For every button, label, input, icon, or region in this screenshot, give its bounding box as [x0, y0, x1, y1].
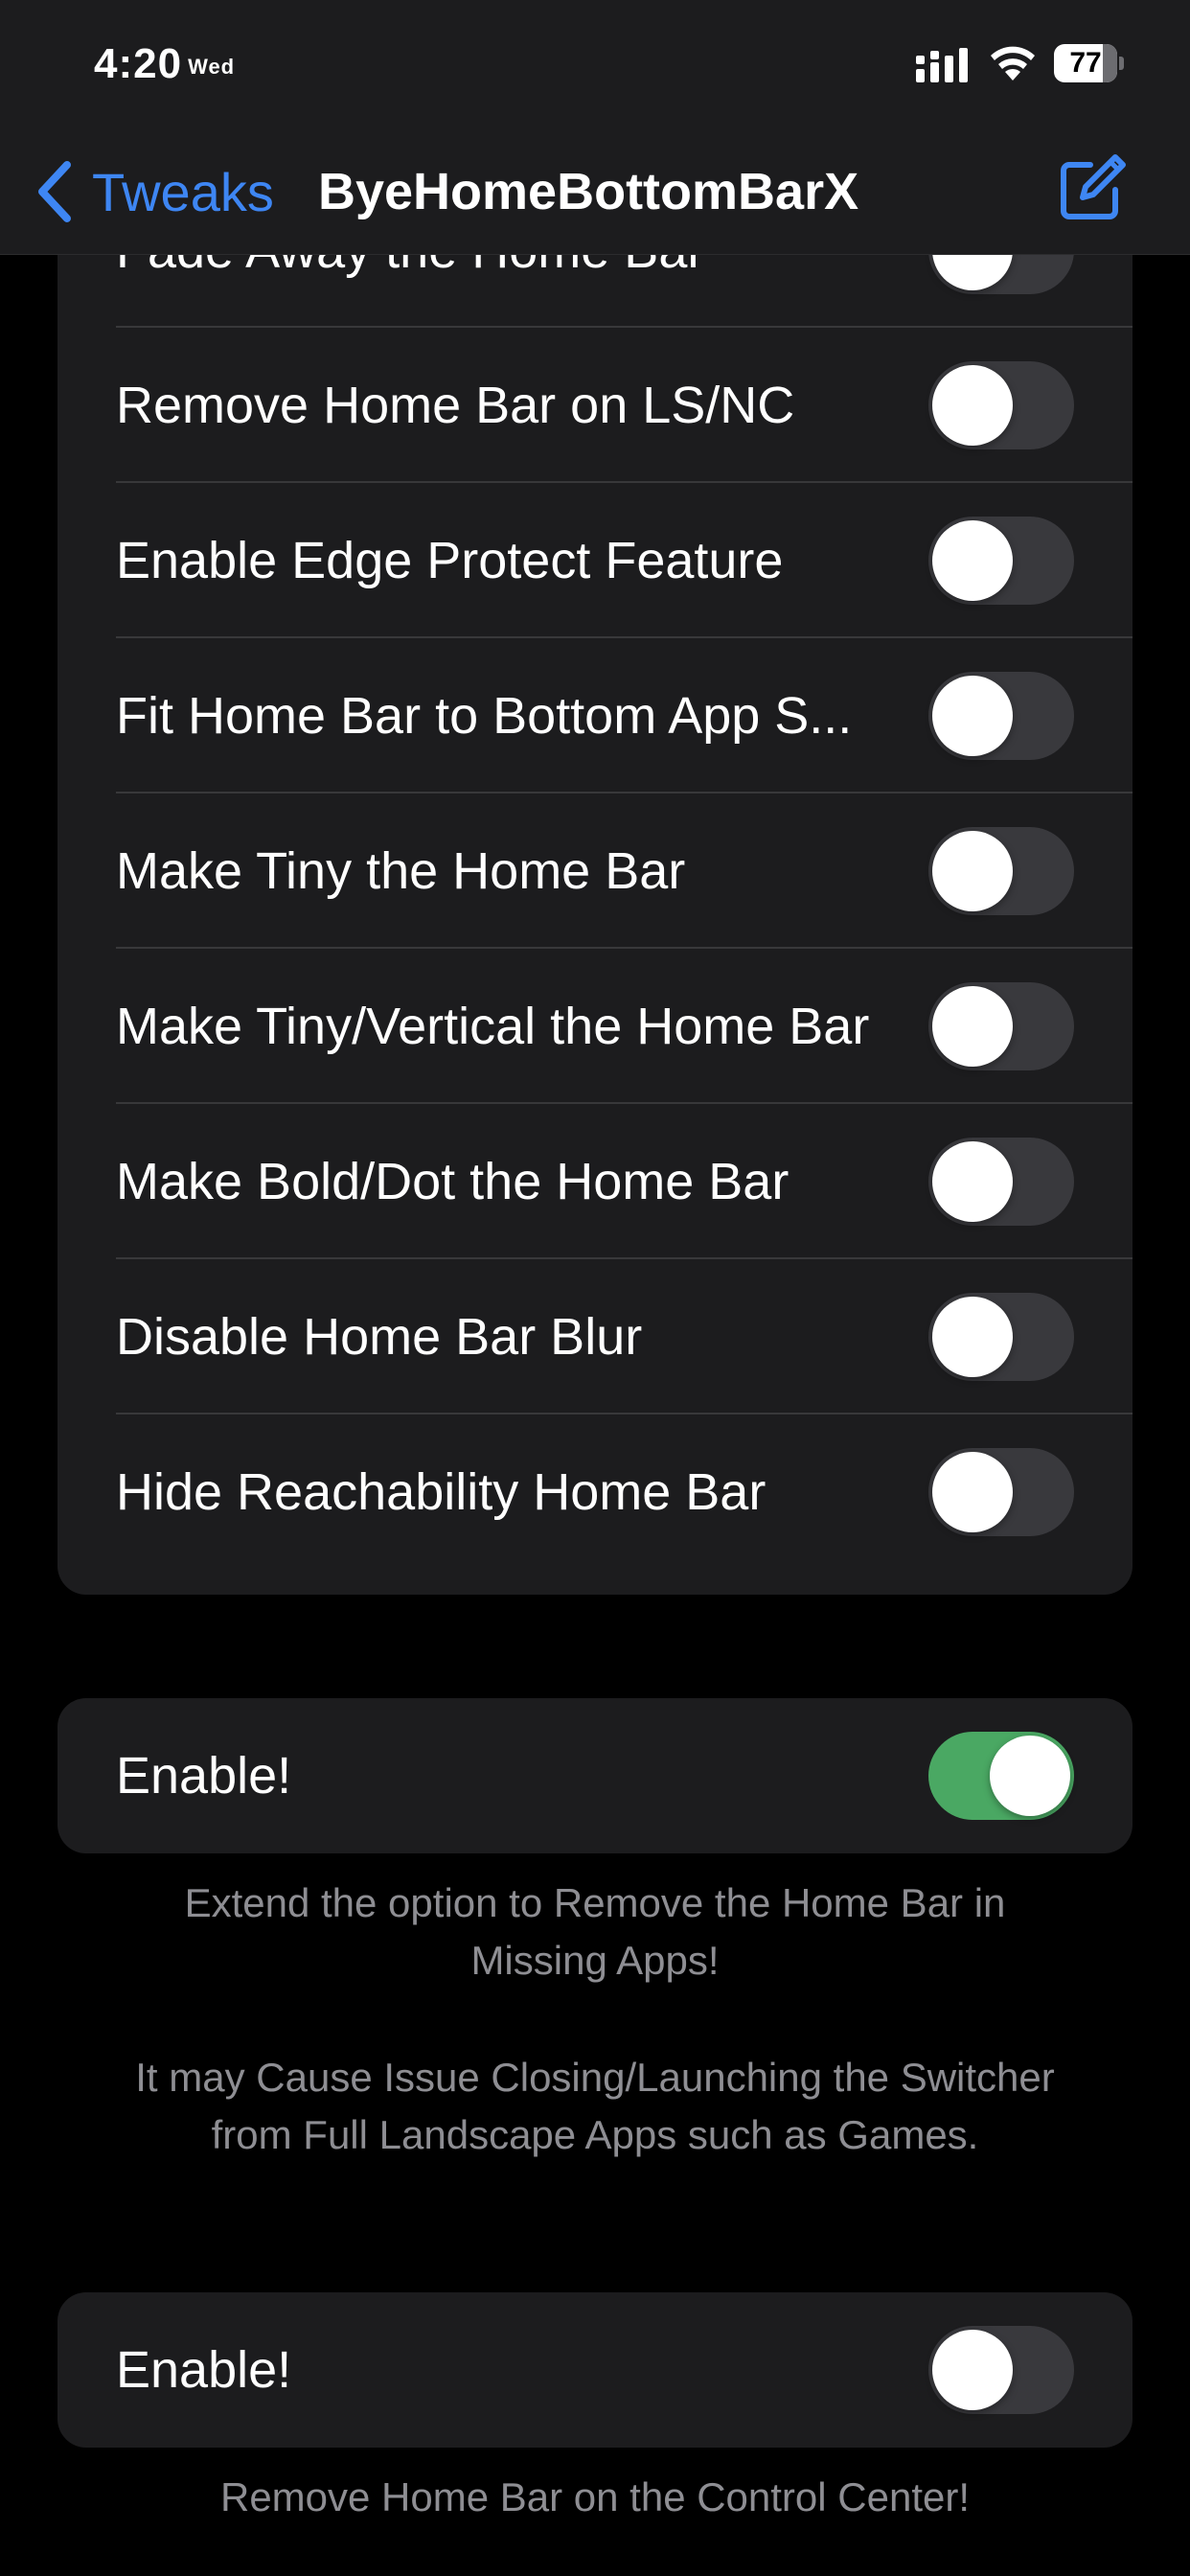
toggle-knob: [932, 520, 1013, 601]
cellular-signal-icon: [916, 48, 968, 82]
make-bold-dot-home-bar-toggle[interactable]: [928, 1138, 1074, 1226]
footer-gap: [115, 1990, 1075, 2049]
toggle-knob: [990, 1736, 1070, 1816]
enable-edge-protect-toggle[interactable]: [928, 517, 1074, 605]
control-center-footer: Remove Home Bar on the Control Center!: [115, 2469, 1075, 2526]
disable-home-bar-blur-toggle[interactable]: [928, 1293, 1074, 1381]
make-tiny-home-bar-toggle[interactable]: [928, 827, 1074, 915]
back-label: Tweaks: [92, 161, 274, 222]
toggle-knob: [932, 1452, 1013, 1532]
clock-day: Wed: [188, 55, 236, 79]
toggle-knob: [932, 676, 1013, 756]
battery-cap: [1119, 57, 1124, 70]
clock-time: 4:20: [94, 40, 183, 87]
battery-percentage: 77: [1069, 47, 1102, 79]
make-tiny-vertical-home-bar-toggle[interactable]: [928, 982, 1074, 1070]
square-and-pencil-icon[interactable]: [1054, 150, 1131, 226]
row-label: Hide Reachability Home Bar: [116, 1463, 767, 1521]
navigation-bar: Tweaks ByeHomeBottomBarX: [0, 134, 1190, 255]
missing-apps-group: Enable!: [57, 1698, 1133, 1853]
page-title: ByeHomeBottomBarX: [318, 163, 859, 220]
footer-warning: It may Cause Issue Closing/Launching the…: [135, 2055, 1055, 2157]
wifi-icon: [991, 46, 1035, 80]
toggle-knob: [932, 1141, 1013, 1222]
fit-home-bar-bottom-app-toggle[interactable]: [928, 672, 1074, 760]
row-remove-home-bar-ls-nc: Remove Home Bar on LS/NC: [57, 328, 1133, 483]
hide-reachability-home-bar-toggle[interactable]: [928, 1448, 1074, 1536]
remove-home-bar-ls-nc-toggle[interactable]: [928, 361, 1074, 449]
row-enable-missing-apps: Enable!: [57, 1698, 1133, 1853]
row-hide-reachability-home-bar: Hide Reachability Home Bar: [57, 1414, 1133, 1570]
toggle-knob: [932, 1297, 1013, 1377]
footer-description: Remove Home Bar on the Control Center!: [219, 2474, 971, 2519]
row-label: Make Tiny the Home Bar: [116, 842, 686, 900]
chevron-left-icon: [38, 161, 71, 222]
row-enable-edge-protect: Enable Edge Protect Feature: [57, 483, 1133, 638]
missing-apps-footer: Extend the option to Remove the Home Bar…: [115, 1874, 1075, 2164]
toggle-knob: [932, 2330, 1013, 2410]
enable-control-center-toggle[interactable]: [928, 2326, 1074, 2414]
battery-icon: 77: [1054, 44, 1125, 82]
row-label: Make Bold/Dot the Home Bar: [116, 1153, 790, 1210]
row-enable-control-center: Enable!: [57, 2292, 1133, 2448]
row-label: Make Tiny/Vertical the Home Bar: [116, 998, 870, 1055]
settings-content: Fade Away the Home Bar Remove Home Bar o…: [0, 0, 1190, 2576]
status-bar: 4:20 Wed 77: [0, 0, 1190, 134]
toggle-knob: [932, 986, 1013, 1067]
status-time: 4:20 Wed: [94, 40, 235, 88]
row-make-bold-dot-home-bar: Make Bold/Dot the Home Bar: [57, 1104, 1133, 1259]
toggle-knob: [932, 831, 1013, 911]
row-make-tiny-vertical-home-bar: Make Tiny/Vertical the Home Bar: [57, 949, 1133, 1104]
battery-body: 77: [1054, 44, 1117, 82]
footer-description: Extend the option to Remove the Home Bar…: [184, 1880, 1006, 1983]
row-disable-home-bar-blur: Disable Home Bar Blur: [57, 1259, 1133, 1414]
control-center-group: Enable!: [57, 2292, 1133, 2448]
back-button[interactable]: Tweaks: [33, 153, 274, 230]
row-label: Enable!: [116, 2341, 292, 2399]
row-label: Remove Home Bar on LS/NC: [116, 377, 795, 434]
toggle-knob: [932, 365, 1013, 446]
row-fit-home-bar-bottom-app: Fit Home Bar to Bottom App S...: [57, 638, 1133, 794]
row-label: Enable Edge Protect Feature: [116, 532, 784, 589]
tweak-options-group: Fade Away the Home Bar Remove Home Bar o…: [57, 172, 1133, 1595]
row-make-tiny-home-bar: Make Tiny the Home Bar: [57, 794, 1133, 949]
row-label: Enable!: [116, 1747, 292, 1805]
row-label: Fit Home Bar to Bottom App S...: [116, 687, 853, 745]
row-label: Disable Home Bar Blur: [116, 1308, 643, 1366]
enable-missing-apps-toggle[interactable]: [928, 1732, 1074, 1820]
